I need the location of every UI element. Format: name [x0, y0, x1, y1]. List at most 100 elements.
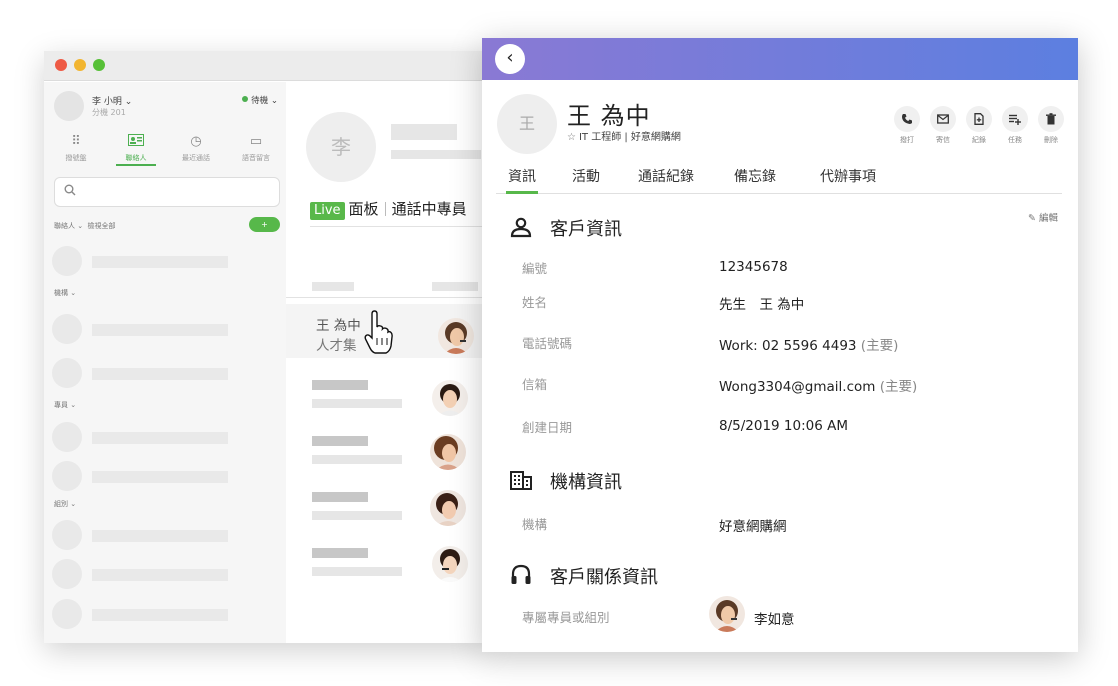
contact-actions: 撥打 寄信 紀錄 任務 刪除	[892, 106, 1067, 148]
agent-avatar	[438, 318, 474, 354]
row-name-placeholder	[312, 436, 368, 446]
chevron-left-icon: ‹	[506, 47, 514, 68]
nav-tab-dialpad[interactable]: ⠿ 撥號盤	[46, 132, 106, 163]
contact-avatar: 王	[497, 94, 557, 154]
window-titlebar	[44, 51, 488, 81]
group-section-label[interactable]: 組別 ⌄	[54, 499, 76, 509]
panel-tabs: Live 面板 通話中專員	[310, 198, 467, 220]
nav-tab-label: 撥號盤	[65, 154, 87, 162]
tab-activity[interactable]: 活動	[572, 166, 600, 194]
avatar: 李	[306, 112, 376, 182]
show-all-link[interactable]: 檢視全部	[88, 222, 116, 230]
row-name-placeholder	[312, 380, 368, 390]
agent-avatar	[432, 380, 468, 416]
field-label-created: 創建日期	[522, 420, 573, 435]
search-input[interactable]	[54, 177, 280, 207]
user-name[interactable]: 李 小明 ⌄	[92, 94, 132, 107]
contact-tabs: 資訊 活動 通話紀錄 備忘錄 代辦事項	[496, 164, 1062, 194]
field-label-phone: 電話號碼	[522, 336, 573, 351]
hand-cursor-icon	[364, 310, 393, 354]
column-header-placeholder	[432, 282, 478, 291]
edit-label: 編輯	[1038, 213, 1058, 224]
field-label-assigned-agent: 專屬專員或組別	[522, 610, 610, 625]
contact-card-icon	[106, 134, 166, 150]
list-item[interactable]	[52, 461, 278, 491]
in-call-tab[interactable]: 通話中專員	[392, 200, 467, 218]
call-button[interactable]: 撥打	[892, 106, 922, 145]
list-item[interactable]	[52, 358, 278, 388]
org-info-heading: 機構資訊	[510, 468, 622, 494]
edit-button[interactable]: ✎ 編輯	[1028, 210, 1058, 224]
primary-tag: (主要)	[879, 379, 918, 395]
field-value-phone[interactable]: Work: 02 5596 4493 (主要)	[719, 334, 898, 354]
email-icon	[937, 114, 949, 124]
field-value-org[interactable]: 好意網購網	[719, 515, 787, 535]
minimize-window-button[interactable]	[74, 59, 86, 71]
row-name-placeholder	[312, 492, 368, 502]
add-note-button[interactable]: 紀錄	[964, 106, 994, 145]
contacts-section-label[interactable]: 聯絡人 ⌄ 檢視全部	[54, 221, 116, 231]
delete-button[interactable]: 刪除	[1036, 106, 1066, 145]
contact-title: ☆ IT 工程師 | 好意網購網	[567, 128, 681, 143]
action-label: 撥打	[900, 136, 914, 144]
status-label: 待機 ⌄	[251, 96, 278, 106]
action-label: 刪除	[1044, 136, 1058, 144]
add-contact-button[interactable]: +	[249, 217, 280, 232]
user-avatar[interactable]	[54, 91, 84, 121]
live-tab[interactable]: Live	[310, 202, 345, 220]
tab-todo[interactable]: 代辦事項	[820, 166, 876, 194]
search-icon	[64, 184, 76, 196]
placeholder-bar	[391, 150, 481, 159]
field-value-email[interactable]: Wong3304@gmail.com (主要)	[719, 375, 917, 395]
primary-tag: (主要)	[860, 338, 899, 354]
status-dropdown[interactable]: 待機 ⌄	[242, 94, 278, 106]
divider	[286, 297, 488, 298]
star-icon[interactable]: ☆	[567, 132, 576, 143]
list-item[interactable]	[52, 599, 278, 629]
phone-number[interactable]: Work: 02 5596 4493	[719, 338, 857, 354]
person-icon	[510, 217, 532, 238]
row-sub-placeholder	[312, 511, 402, 520]
contact-detail-panel: ‹ 王 王 為中 ☆ IT 工程師 | 好意網購網 撥打 寄信 紀錄 任務 刪除 …	[482, 38, 1078, 652]
divider	[310, 226, 488, 227]
close-window-button[interactable]	[55, 59, 67, 71]
tab-call-log[interactable]: 通話紀錄	[638, 166, 694, 194]
list-item[interactable]	[52, 246, 278, 276]
back-button[interactable]: ‹	[495, 44, 525, 74]
board-tab[interactable]: 面板	[349, 200, 379, 218]
list-item[interactable]	[52, 520, 278, 550]
nav-tab-voicemail[interactable]: ▭ 語音留言	[226, 132, 286, 163]
history-icon: ◷	[190, 134, 202, 149]
list-item[interactable]	[52, 559, 278, 589]
phone-icon	[902, 114, 912, 124]
add-task-button[interactable]: 任務	[1000, 106, 1030, 145]
nav-tab-label: 聯絡人	[125, 154, 147, 162]
field-label-org: 機構	[522, 517, 548, 532]
action-label: 紀錄	[972, 136, 986, 144]
softphone-nav: ⠿ 撥號盤 聯絡人 ◷ 最近通話 ▭ 語音留言	[44, 132, 286, 168]
section-label-text: 聯絡人 ⌄	[54, 222, 84, 230]
tab-memo[interactable]: 備忘錄	[734, 166, 776, 194]
assigned-agent-name[interactable]: 李如意	[754, 608, 795, 628]
relationship-info-heading: 客戶關係資訊	[510, 563, 658, 589]
agent-section-label[interactable]: 專員 ⌄	[54, 400, 76, 410]
section-title: 客戶資訊	[550, 219, 622, 240]
list-item[interactable]	[52, 314, 278, 344]
org-section-label[interactable]: 機構 ⌄	[54, 288, 76, 298]
voicemail-icon: ▭	[249, 134, 263, 149]
field-value-created: 8/5/2019 10:06 AM	[719, 418, 849, 434]
note-add-icon	[974, 113, 984, 125]
tab-info[interactable]: 資訊	[506, 166, 538, 194]
field-value-id: 12345678	[719, 259, 788, 275]
list-item[interactable]	[52, 422, 278, 452]
action-label: 任務	[1008, 136, 1022, 144]
email-address[interactable]: Wong3304@gmail.com	[719, 379, 875, 395]
nav-tab-label: 最近通話	[182, 154, 210, 162]
user-extension: 分機 201	[92, 108, 126, 117]
field-value-name: 先生 王 為中	[719, 297, 805, 313]
headset-icon	[511, 564, 531, 584]
maximize-window-button[interactable]	[93, 59, 105, 71]
nav-tab-contacts[interactable]: 聯絡人	[106, 132, 166, 166]
email-button[interactable]: 寄信	[928, 106, 958, 145]
nav-tab-recent[interactable]: ◷ 最近通話	[166, 132, 226, 163]
